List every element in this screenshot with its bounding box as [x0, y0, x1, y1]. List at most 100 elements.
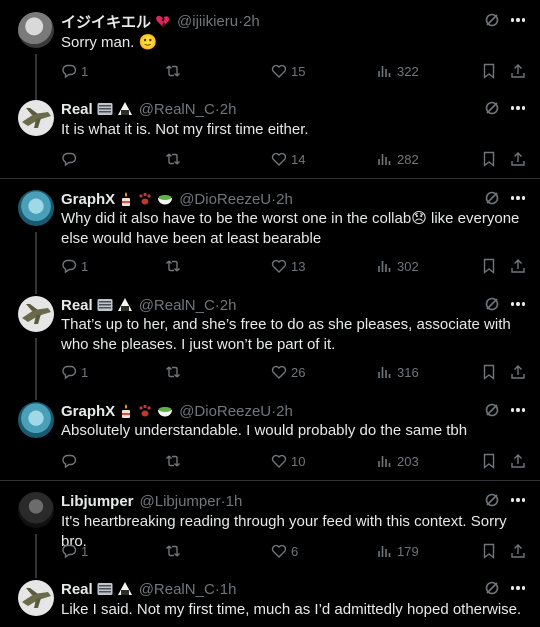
timestamp[interactable]: 2h [220, 297, 237, 314]
share-button[interactable] [510, 542, 526, 560]
reply-button[interactable]: 1 [61, 542, 88, 560]
bookmark-button[interactable] [481, 257, 497, 275]
share-icon [511, 64, 525, 78]
share-button[interactable] [510, 452, 526, 470]
retweet-button[interactable] [165, 452, 185, 470]
more-icon[interactable] [510, 580, 526, 596]
tweet-header: Real @RealN_C · 2h [61, 100, 236, 118]
timestamp[interactable]: 1h [226, 493, 243, 510]
user-handle[interactable]: @RealN_C [139, 297, 215, 314]
views-icon [378, 154, 391, 165]
views-button[interactable]: 302 [377, 257, 419, 275]
display-name[interactable]: GraphX [61, 191, 115, 208]
like-button[interactable]: 14 [271, 150, 305, 168]
user-handle[interactable]: @RealN_C [139, 581, 215, 598]
views-button[interactable]: 282 [377, 150, 419, 168]
timestamp[interactable]: 2h [276, 191, 293, 208]
timestamp[interactable]: 2h [243, 13, 260, 30]
bookmark-icon [483, 543, 495, 559]
tweet-text: It is what it is. Not my first time eith… [61, 121, 309, 138]
retweet-button[interactable] [165, 363, 185, 381]
avatar[interactable] [18, 492, 54, 528]
display-name[interactable]: Real [61, 101, 93, 118]
like-button[interactable]: 10 [271, 452, 305, 470]
more-icon[interactable] [510, 402, 526, 418]
views-icon [378, 261, 391, 272]
like-button[interactable]: 26 [271, 363, 305, 381]
user-handle[interactable]: @DioReezeU [179, 191, 271, 208]
user-handle[interactable]: @Libjumper [140, 493, 221, 510]
avatar[interactable] [18, 580, 54, 616]
views-button[interactable]: 316 [377, 363, 419, 381]
retweet-button[interactable] [165, 150, 185, 168]
reply-button[interactable]: 1 [61, 62, 88, 80]
like-button[interactable]: 6 [271, 542, 298, 560]
timestamp[interactable]: 1h [220, 581, 237, 598]
view-count: 203 [397, 453, 419, 469]
tweet-header: Real @RealN_C · 2h [61, 296, 236, 314]
avatar[interactable] [18, 12, 54, 48]
bookmark-button[interactable] [481, 150, 497, 168]
like-button[interactable]: 15 [271, 62, 305, 80]
grok-icon[interactable] [484, 580, 500, 596]
grok-icon[interactable] [484, 100, 500, 116]
bookmark-button[interactable] [481, 452, 497, 470]
user-handle[interactable]: @ijiikieru [177, 13, 238, 30]
more-icon[interactable] [510, 190, 526, 206]
avatar[interactable] [18, 296, 54, 332]
tweet-text: Absolutely understandable. I would proba… [61, 422, 468, 439]
grok-icon[interactable] [484, 12, 500, 28]
more-icon[interactable] [510, 100, 526, 116]
display-name[interactable]: Real [61, 297, 93, 314]
bookmark-button[interactable] [481, 363, 497, 381]
tweet-text: Like I said. Not my first time, much as … [61, 601, 522, 618]
grok-icon[interactable] [484, 296, 500, 312]
retweet-icon [166, 366, 180, 378]
thread-line [35, 54, 37, 100]
avatar[interactable] [18, 402, 54, 438]
avatar[interactable] [18, 190, 54, 226]
display-name[interactable]: イジイキエル [61, 11, 151, 32]
timestamp[interactable]: 2h [220, 101, 237, 118]
share-button[interactable] [510, 257, 526, 275]
reply-count: 1 [81, 543, 89, 559]
grok-icon[interactable] [484, 492, 500, 508]
like-count: 14 [291, 151, 306, 167]
onigiri-icon [117, 297, 133, 313]
timestamp[interactable]: 2h [276, 403, 293, 420]
reply-icon [62, 259, 77, 274]
bookmark-button[interactable] [481, 542, 497, 560]
share-button[interactable] [510, 62, 526, 80]
display-name[interactable]: GraphX [61, 403, 115, 420]
reply-button[interactable]: 1 [61, 363, 88, 381]
like-count: 15 [291, 63, 306, 79]
action-bar: 1 6 179 [61, 542, 531, 560]
grok-icon[interactable] [484, 402, 500, 418]
tweet-text: Sorry man. 🙂 [61, 34, 158, 51]
retweet-button[interactable] [165, 542, 185, 560]
reply-button[interactable] [61, 452, 81, 470]
views-button[interactable]: 179 [377, 542, 419, 560]
user-handle[interactable]: @RealN_C [139, 101, 215, 118]
view-count: 316 [397, 364, 419, 380]
views-button[interactable]: 203 [377, 452, 419, 470]
share-button[interactable] [510, 363, 526, 381]
more-icon[interactable] [510, 492, 526, 508]
user-handle[interactable]: @DioReezeU [179, 403, 271, 420]
avatar[interactable] [18, 100, 54, 136]
more-icon[interactable] [510, 12, 526, 28]
bookmark-button[interactable] [481, 62, 497, 80]
retweet-button[interactable] [165, 62, 185, 80]
reply-button[interactable] [61, 150, 81, 168]
like-button[interactable]: 13 [271, 257, 305, 275]
views-button[interactable]: 322 [377, 62, 419, 80]
more-icon[interactable] [510, 296, 526, 312]
display-name[interactable]: Real [61, 581, 93, 598]
share-button[interactable] [510, 150, 526, 168]
reply-button[interactable]: 1 [61, 257, 88, 275]
grok-icon[interactable] [484, 190, 500, 206]
share-icon [511, 544, 525, 558]
views-icon [378, 456, 391, 467]
display-name[interactable]: Libjumper [61, 493, 134, 510]
retweet-button[interactable] [165, 257, 185, 275]
